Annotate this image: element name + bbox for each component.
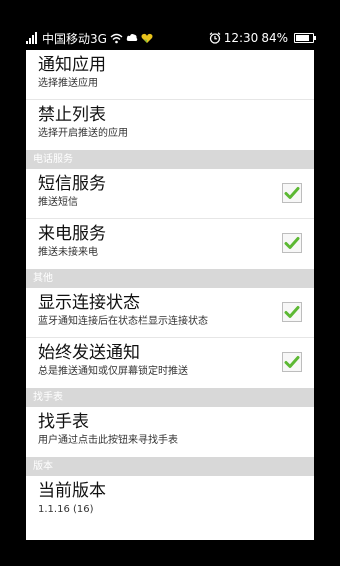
pref-summary: 推送短信: [38, 197, 78, 208]
pref-title: 通知应用: [38, 55, 106, 75]
pref-call-service[interactable]: 来电服务 推送未接来电: [26, 219, 314, 269]
checkmark-icon: [284, 237, 300, 249]
pref-title: 来电服务: [38, 224, 106, 244]
pref-block-list[interactable]: 禁止列表 选择开启推送的应用: [26, 100, 314, 150]
pref-title: 禁止列表: [38, 105, 106, 125]
checkmark-icon: [284, 306, 300, 318]
pref-show-connection-status[interactable]: 显示连接状态 蓝牙通知连接后在状态栏显示连接状态: [26, 288, 314, 338]
wifi-icon: [110, 33, 123, 43]
battery-icon: [294, 33, 316, 43]
pref-notify-apps[interactable]: 通知应用 选择推送应用: [26, 50, 314, 100]
pref-title: 短信服务: [38, 174, 106, 194]
cloud-icon: [126, 34, 138, 41]
section-header-phone: 电话服务: [26, 150, 314, 169]
pref-summary: 总是推送通知或仅屏幕锁定时推送: [38, 366, 188, 377]
sms-checkbox[interactable]: [282, 183, 302, 203]
pref-summary: 选择开启推送的应用: [38, 128, 128, 139]
pref-summary: 用户通过点击此按钮来寻找手表: [38, 435, 178, 446]
pref-title: 始终发送通知: [38, 343, 140, 363]
checkmark-icon: [284, 356, 300, 368]
connection-status-checkbox[interactable]: [282, 302, 302, 322]
pref-summary: 1.1.16 (16): [38, 504, 94, 515]
pref-title: 找手表: [38, 412, 89, 432]
pref-current-version[interactable]: 当前版本 1.1.16 (16): [26, 476, 314, 526]
carrier-label: 中国移动3G: [42, 31, 107, 46]
pref-summary: 选择推送应用: [38, 78, 98, 89]
section-header-find-watch: 找手表: [26, 388, 314, 407]
section-header-version: 版本: [26, 457, 314, 476]
pref-always-notify[interactable]: 始终发送通知 总是推送通知或仅屏幕锁定时推送: [26, 338, 314, 388]
checkmark-icon: [284, 187, 300, 199]
heart-icon: [141, 33, 153, 43]
call-checkbox[interactable]: [282, 233, 302, 253]
pref-summary: 推送未接来电: [38, 247, 98, 258]
battery-percent: 84%: [261, 31, 288, 45]
pref-title: 显示连接状态: [38, 293, 140, 313]
pref-summary: 蓝牙通知连接后在状态栏显示连接状态: [38, 316, 208, 327]
always-notify-checkbox[interactable]: [282, 352, 302, 372]
signal-icon: [26, 32, 37, 44]
alarm-icon: [209, 32, 221, 44]
clock: 12:30: [223, 31, 259, 45]
pref-title: 当前版本: [38, 481, 106, 501]
status-bar: 中国移动3G 12:30 84%: [26, 26, 316, 50]
pref-sms-service[interactable]: 短信服务 推送短信: [26, 169, 314, 219]
settings-list: 通知应用 选择推送应用 禁止列表 选择开启推送的应用 电话服务 短信服务 推送短…: [26, 50, 314, 540]
pref-find-watch[interactable]: 找手表 用户通过点击此按钮来寻找手表: [26, 407, 314, 457]
section-header-other: 其他: [26, 269, 314, 288]
